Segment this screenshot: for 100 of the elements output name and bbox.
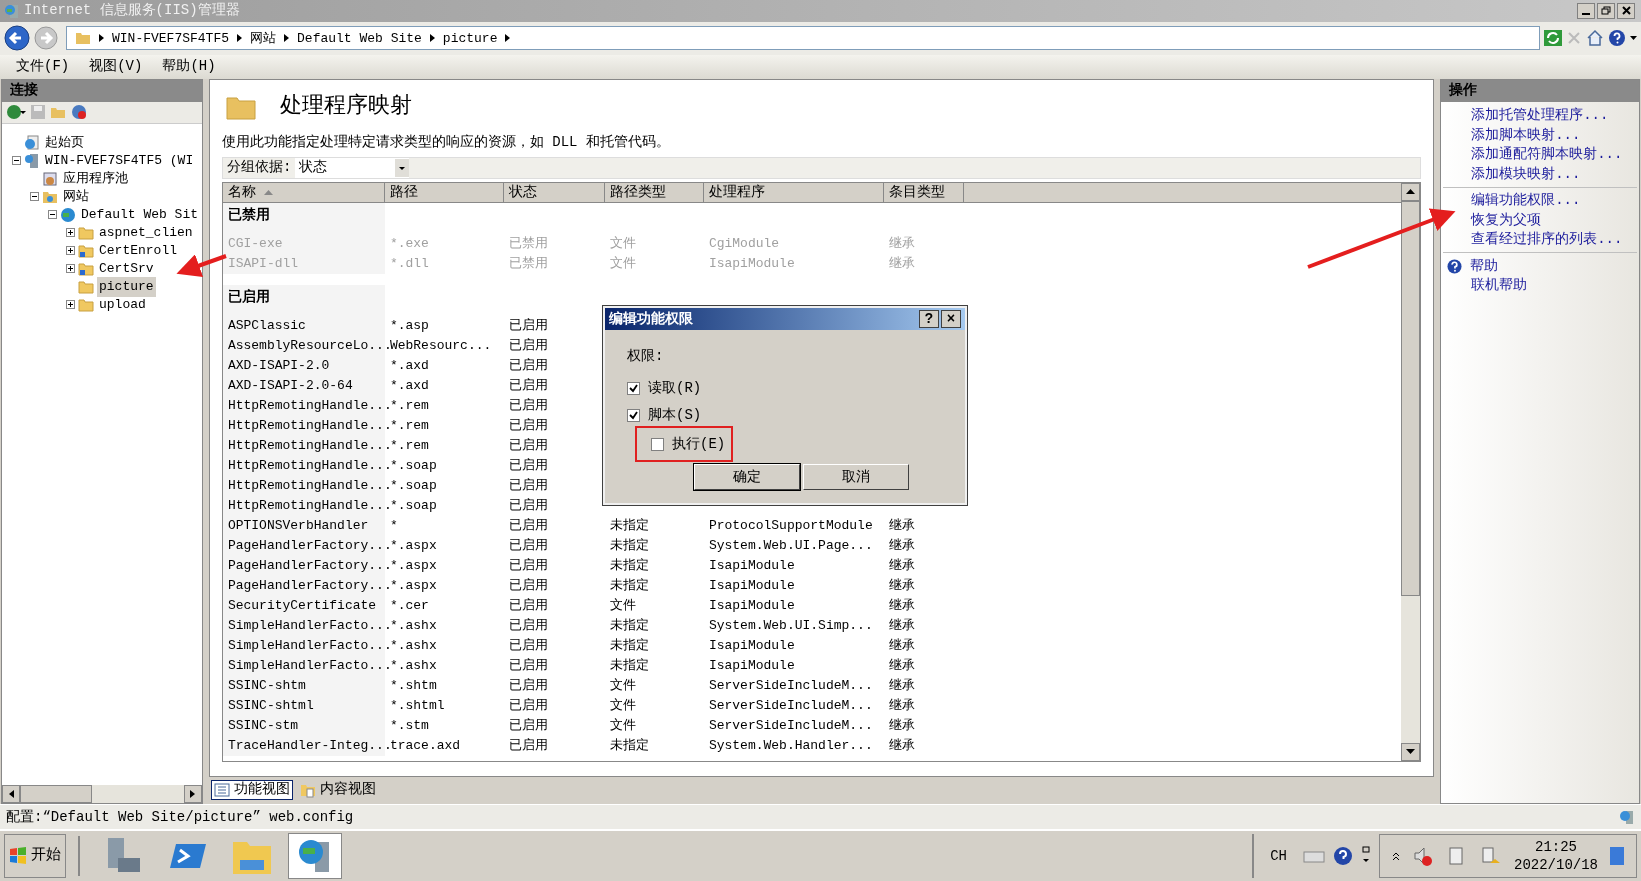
folder-icon [78, 224, 94, 241]
column-header[interactable]: 路径 [384, 182, 504, 202]
action-link[interactable]: 编辑功能权限... [1471, 190, 1581, 212]
tree-item[interactable]: picture [97, 277, 156, 297]
down-arrow-icon [1406, 749, 1416, 755]
chevron-right-icon[interactable] [99, 34, 104, 43]
chevron-right-icon[interactable] [505, 34, 511, 43]
action-link[interactable]: 添加模块映射... [1471, 163, 1581, 185]
action-link[interactable]: 帮助 [1470, 255, 1499, 277]
action-link[interactable]: 联机帮助 [1471, 275, 1528, 297]
breadcrumb-item[interactable]: WIN-FVEF7SF4TF5 [112, 28, 230, 49]
restore-button[interactable] [1597, 3, 1615, 19]
table-cell-text: 文件 [608, 717, 637, 736]
menu-item[interactable]: 视图(V) [89, 56, 143, 78]
tree-item[interactable]: 网站 [61, 187, 91, 207]
tree-item[interactable]: CertEnroll [97, 241, 179, 261]
dialog-button[interactable]: 取消 [803, 464, 909, 490]
checkbox[interactable] [627, 382, 640, 395]
tree-item[interactable]: Default Web Sit [79, 205, 201, 225]
dialog-button[interactable]: 确定 [694, 464, 800, 490]
table-cell-text: IsapiModule [707, 255, 796, 274]
table-cell-text: *.exe [388, 235, 430, 254]
minimize-button[interactable] [1577, 3, 1595, 19]
table-cell-text: System.Web.Handler... [707, 737, 874, 756]
action-link[interactable]: 恢复为父项 [1471, 209, 1542, 231]
title-bar-button[interactable]: × [941, 310, 961, 328]
tree-item[interactable]: 起始页 [43, 133, 86, 153]
menu-item[interactable]: 帮助(H) [162, 56, 216, 78]
table-cell-text: 未指定 [608, 657, 650, 676]
server-globe-icon [4, 3, 20, 19]
action-link[interactable]: 添加脚本映射... [1471, 124, 1581, 146]
back-button[interactable] [4, 25, 30, 52]
plus-icon [68, 302, 73, 308]
scrollbar-thumb[interactable] [20, 785, 92, 804]
collapse-toggle-icon[interactable] [12, 156, 21, 166]
table-cell-text: IsapiModule [707, 637, 796, 656]
tree-item[interactable]: CertSrv [97, 259, 156, 279]
language-indicator[interactable]: CH [1262, 845, 1295, 867]
close-button[interactable] [1617, 3, 1635, 19]
tree-item[interactable]: 应用程序池 [61, 169, 130, 189]
scroll-left-button[interactable] [2, 785, 20, 804]
tree-item[interactable]: upload [97, 295, 148, 315]
action-link[interactable]: 查看经过排序的列表... [1471, 229, 1623, 251]
folder-icon [75, 31, 91, 46]
refresh-icon[interactable] [1544, 30, 1562, 47]
expand-toggle-icon[interactable] [66, 264, 75, 274]
collapse-toggle-icon[interactable] [30, 192, 39, 202]
chevron-up-icon[interactable] [1392, 851, 1400, 861]
column-header[interactable]: 条目类型 [883, 182, 964, 202]
view-tab[interactable]: 功能视图 [210, 779, 293, 800]
scrollbar-thumb[interactable] [1401, 200, 1421, 596]
globe-icon[interactable] [6, 104, 26, 121]
view-tab[interactable]: 内容视图 [296, 779, 379, 800]
iis-manager-taskbar-button[interactable] [288, 833, 342, 879]
help-icon[interactable] [1608, 29, 1626, 48]
expand-toggle-icon[interactable] [66, 228, 75, 238]
table-cell-text: IsapiModule [707, 577, 796, 596]
breadcrumb-item[interactable]: Default Web Site [297, 28, 422, 49]
chevron-right-icon[interactable] [284, 34, 290, 43]
scroll-down-button[interactable] [1401, 742, 1421, 761]
expand-toggle-icon[interactable] [66, 246, 75, 256]
action-link[interactable]: 添加托管处理程序... [1471, 105, 1609, 127]
group-header: 已禁用 [222, 202, 385, 234]
tree-item[interactable]: WIN-FVEF7SF4TF5 (WI [43, 151, 196, 171]
pool-icon [42, 170, 58, 187]
table-cell-text: System.Web.UI.Simp... [707, 617, 874, 636]
scroll-right-button[interactable] [183, 785, 202, 804]
group-by-dropdown[interactable]: 状态 [295, 157, 410, 178]
table-cell-text: 文件 [608, 235, 637, 254]
menu-item[interactable]: 文件(F) [16, 56, 70, 78]
action-link[interactable]: 添加通配符脚本映射... [1471, 144, 1623, 166]
disconnect-icon[interactable] [71, 104, 87, 121]
home-icon[interactable] [1586, 29, 1604, 48]
chevron-right-icon[interactable] [237, 34, 243, 43]
table-cell-text: 已启用 [507, 657, 549, 676]
expand-toggle-icon[interactable] [66, 300, 75, 310]
chevron-right-icon[interactable] [429, 34, 435, 43]
title-bar-button[interactable]: ? [919, 310, 939, 328]
checkbox[interactable] [651, 438, 664, 451]
column-header[interactable]: 状态 [503, 182, 605, 202]
speaker-muted-icon[interactable] [1412, 845, 1434, 867]
address-bar[interactable]: WIN-FVEF7SF4TF5 网站 Default Web Site picture [66, 26, 1540, 51]
scroll-up-button[interactable] [1401, 182, 1421, 201]
table-cell-text: 文件 [608, 677, 637, 696]
column-header[interactable]: 名称 [222, 182, 385, 202]
breadcrumb-item[interactable]: picture [442, 28, 498, 49]
table-cell: AXD-ISAPI-2.0-64 [222, 375, 385, 396]
collapse-toggle-icon[interactable] [48, 210, 57, 220]
plus-icon [68, 230, 73, 236]
column-header[interactable]: 路径类型 [604, 182, 704, 202]
tree-item[interactable]: aspnet_clien [97, 223, 195, 243]
table-cell-text: 已禁用 [507, 235, 549, 254]
column-header[interactable]: 处理程序 [703, 182, 884, 202]
right-arrow-icon [190, 790, 196, 799]
start-button[interactable]: 开始 [4, 834, 66, 878]
checkbox[interactable] [627, 409, 640, 422]
server-globe-icon [24, 152, 40, 169]
breadcrumb-item[interactable]: 网站 [250, 28, 277, 49]
help-icon[interactable] [1333, 846, 1353, 866]
caret-icon[interactable] [1630, 36, 1637, 41]
